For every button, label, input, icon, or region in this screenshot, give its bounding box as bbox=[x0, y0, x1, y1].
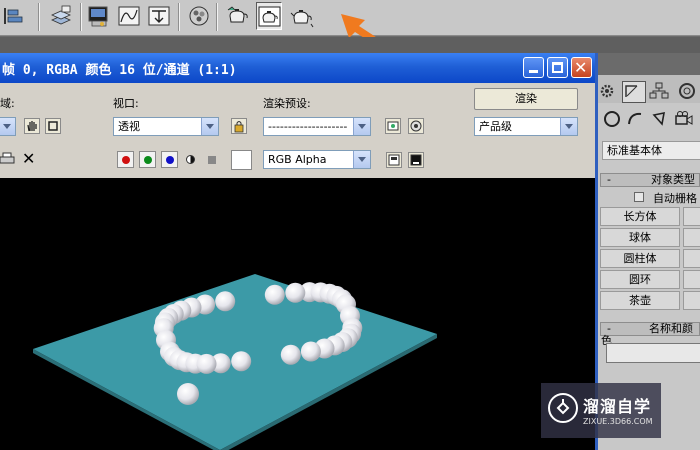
torus-button[interactable]: 圆环 bbox=[600, 270, 680, 289]
hierarchy-tab-icon[interactable] bbox=[648, 81, 670, 101]
tube-button[interactable] bbox=[683, 249, 700, 268]
watermark-logo-icon bbox=[548, 393, 578, 423]
toolbar-separator bbox=[178, 3, 180, 31]
lights-icon[interactable] bbox=[650, 110, 668, 131]
curve-editor-icon[interactable] bbox=[86, 2, 112, 30]
red-channel-button[interactable] bbox=[117, 151, 134, 168]
rendered-frame-window[interactable]: 帧 0, RGBA 颜色 16 位/通道 (1:1) ✕ 域: 视口: 透视 渲… bbox=[0, 53, 598, 450]
pearl bbox=[280, 344, 301, 365]
teapot-button[interactable]: 茶壶 bbox=[600, 291, 680, 310]
preset-value: -------------------- bbox=[268, 120, 348, 133]
print-icon[interactable] bbox=[0, 151, 16, 167]
render-preset-dropdown[interactable]: -------------------- bbox=[263, 117, 371, 136]
viewport-dropdown[interactable]: 透视 bbox=[113, 117, 219, 136]
area-label: 域: bbox=[0, 97, 15, 110]
minimize-button[interactable] bbox=[523, 57, 544, 78]
render-setup-small-icon[interactable] bbox=[385, 118, 401, 134]
quality-value: 产品级 bbox=[479, 120, 512, 133]
pearl bbox=[215, 291, 236, 312]
material-ball-icon[interactable] bbox=[186, 2, 212, 30]
watermark-url: ZIXUE.3D66.COM bbox=[583, 417, 653, 426]
loose-pearl bbox=[177, 383, 199, 405]
toggle-overlay-icon[interactable] bbox=[408, 152, 424, 168]
cameras-icon[interactable] bbox=[674, 110, 694, 131]
maximize-button[interactable] bbox=[547, 57, 568, 78]
panel-tabs bbox=[598, 75, 700, 103]
alpha-channel-icon[interactable] bbox=[186, 155, 195, 164]
geometry-icon[interactable] bbox=[604, 111, 620, 127]
sphere-button[interactable]: 球体 bbox=[600, 228, 680, 247]
toggle-ui-icon[interactable] bbox=[386, 152, 402, 168]
toolbar-separator bbox=[38, 3, 40, 31]
watermark-name: 溜溜自学 bbox=[583, 397, 652, 416]
close-button[interactable]: ✕ bbox=[571, 57, 592, 78]
object-category-icons bbox=[598, 105, 700, 135]
render-production-icon[interactable] bbox=[288, 2, 314, 30]
object-type-rollout[interactable]: - 对象类型 bbox=[600, 173, 700, 187]
object-name-field[interactable] bbox=[606, 343, 700, 363]
close-icon: ✕ bbox=[574, 58, 588, 77]
pyramid-button[interactable] bbox=[683, 270, 700, 289]
object-type-label: 对象类型 bbox=[650, 173, 695, 186]
area-dropdown[interactable] bbox=[0, 117, 16, 136]
swatch-box[interactable] bbox=[231, 150, 252, 170]
cylinder-button[interactable]: 圆柱体 bbox=[600, 249, 680, 268]
monochrome-icon[interactable] bbox=[208, 156, 216, 164]
pearl bbox=[264, 284, 285, 305]
render-viewport[interactable] bbox=[0, 178, 595, 450]
category-dropdown[interactable]: 标准基本体 bbox=[602, 141, 700, 160]
pearl bbox=[231, 351, 252, 372]
autogrid-label: 自动栅格 bbox=[653, 192, 697, 205]
toolbar-shadow-strip bbox=[0, 37, 700, 53]
green-channel-button[interactable] bbox=[139, 151, 156, 168]
name-color-rollout[interactable]: - 名称和颜色 bbox=[600, 322, 700, 347]
geosphere-button[interactable] bbox=[683, 228, 700, 247]
channel-value: RGB Alpha bbox=[268, 153, 327, 166]
region-crop-icon[interactable] bbox=[45, 118, 61, 134]
viewport-label: 视口: bbox=[113, 97, 139, 110]
align-icon[interactable] bbox=[0, 2, 26, 30]
plane-button[interactable] bbox=[683, 291, 700, 310]
clear-icon[interactable]: ✕ bbox=[22, 149, 35, 168]
window-title: 帧 0, RGBA 颜色 16 位/通道 (1:1) bbox=[2, 63, 237, 78]
environment-icon[interactable] bbox=[408, 118, 424, 134]
toolbar-separator bbox=[216, 3, 218, 31]
material-editor-icon[interactable] bbox=[146, 2, 172, 30]
render-preset-label: 渲染预设: bbox=[263, 97, 311, 110]
pearl bbox=[285, 282, 306, 303]
rendered-frame-window-icon[interactable] bbox=[256, 2, 282, 30]
blue-channel-button[interactable] bbox=[161, 151, 178, 168]
display-channel-dropdown[interactable]: RGB Alpha bbox=[263, 150, 371, 169]
channel-toolbar: ✕ RGB Alpha bbox=[0, 147, 595, 171]
render-quality-dropdown[interactable]: 产品级 bbox=[474, 117, 578, 136]
toolbar-separator bbox=[80, 3, 82, 31]
watermark: 溜溜自学 ZIXUE.3D66.COM bbox=[541, 383, 661, 438]
pearl bbox=[196, 353, 217, 374]
category-value: 标准基本体 bbox=[607, 144, 662, 157]
motion-tab-icon[interactable] bbox=[676, 81, 698, 101]
shapes-icon[interactable] bbox=[626, 110, 644, 131]
settings-gear-icon[interactable] bbox=[598, 81, 620, 101]
viewport-value: 透视 bbox=[118, 120, 140, 133]
pan-hand-icon[interactable] bbox=[24, 118, 40, 134]
cone-button[interactable] bbox=[683, 207, 700, 226]
autogrid-checkbox[interactable] bbox=[634, 192, 644, 202]
create-tab-icon[interactable] bbox=[622, 81, 646, 103]
layer-manager-icon[interactable] bbox=[48, 2, 74, 30]
schematic-view-icon[interactable] bbox=[116, 2, 142, 30]
render-setup-icon[interactable] bbox=[224, 2, 250, 30]
rendered-scene bbox=[33, 274, 437, 450]
render-button[interactable]: 渲染 bbox=[474, 88, 578, 110]
window-titlebar[interactable]: 帧 0, RGBA 颜色 16 位/通道 (1:1) ✕ bbox=[0, 53, 595, 83]
render-controls: 域: 视口: 透视 渲染预设: -------------------- 渲染 … bbox=[0, 83, 595, 147]
pearl bbox=[300, 341, 321, 362]
panel-top-strip bbox=[598, 53, 700, 75]
box-button[interactable]: 长方体 bbox=[600, 207, 680, 226]
lock-icon[interactable] bbox=[231, 118, 247, 134]
